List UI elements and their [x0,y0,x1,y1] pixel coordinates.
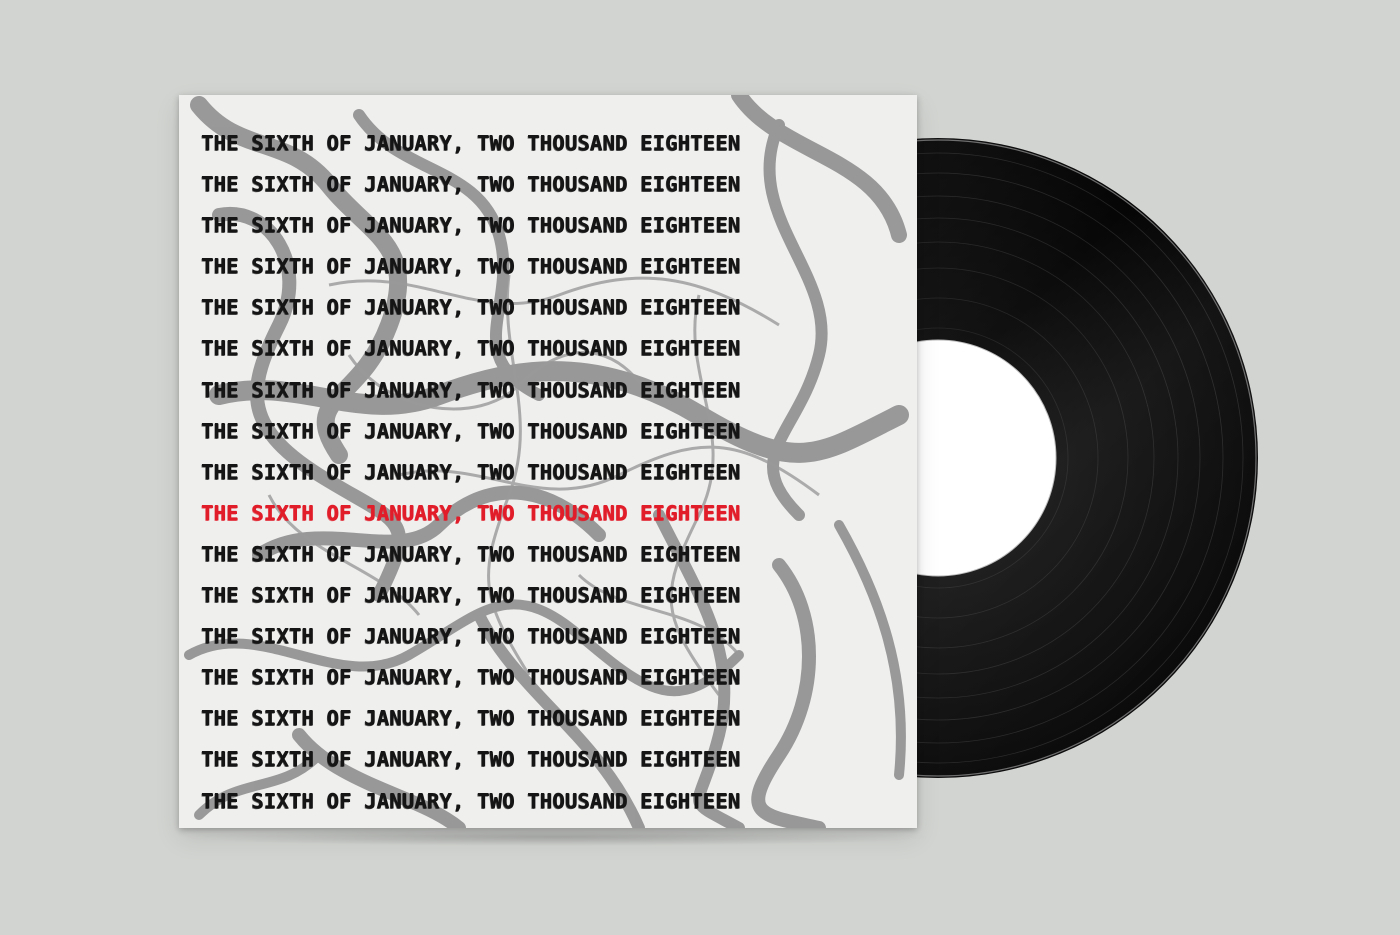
cover-text-line: THE SIXTH OF JANUARY, TWO THOUSAND EIGHT… [201,706,741,731]
cover-text-line: THE SIXTH OF JANUARY, TWO THOUSAND EIGHT… [201,418,741,443]
cover-text-line: THE SIXTH OF JANUARY, TWO THOUSAND EIGHT… [201,665,741,690]
cover-text-line-highlighted: THE SIXTH OF JANUARY, TWO THOUSAND EIGHT… [201,500,741,525]
cover-text-line: THE SIXTH OF JANUARY, TWO THOUSAND EIGHT… [201,459,741,484]
cover-text-line: THE SIXTH OF JANUARY, TWO THOUSAND EIGHT… [201,336,741,361]
sleeve-shadow [176,828,936,846]
cover-text-line: THE SIXTH OF JANUARY, TWO THOUSAND EIGHT… [201,377,741,402]
cover-text-line: THE SIXTH OF JANUARY, TWO THOUSAND EIGHT… [201,131,741,155]
cover-text-line: THE SIXTH OF JANUARY, TWO THOUSAND EIGHT… [201,624,741,649]
cover-text-lines: THE SIXTH OF JANUARY, TWO THOUSAND EIGHT… [201,123,901,822]
cover-text-line: THE SIXTH OF JANUARY, TWO THOUSAND EIGHT… [201,583,741,608]
cover-text-line: THE SIXTH OF JANUARY, TWO THOUSAND EIGHT… [201,747,741,772]
cover-text-line: THE SIXTH OF JANUARY, TWO THOUSAND EIGHT… [201,213,741,238]
cover-text-line: THE SIXTH OF JANUARY, TWO THOUSAND EIGHT… [201,788,741,813]
cover-text-line: THE SIXTH OF JANUARY, TWO THOUSAND EIGHT… [201,172,741,197]
cover-text-line: THE SIXTH OF JANUARY, TWO THOUSAND EIGHT… [201,254,741,279]
album-cover: THE SIXTH OF JANUARY, TWO THOUSAND EIGHT… [179,95,917,828]
cover-text-line: THE SIXTH OF JANUARY, TWO THOUSAND EIGHT… [201,541,741,566]
cover-text-line: THE SIXTH OF JANUARY, TWO THOUSAND EIGHT… [201,295,741,320]
mockup-scene: THE SIXTH OF JANUARY, TWO THOUSAND EIGHT… [0,0,1400,935]
